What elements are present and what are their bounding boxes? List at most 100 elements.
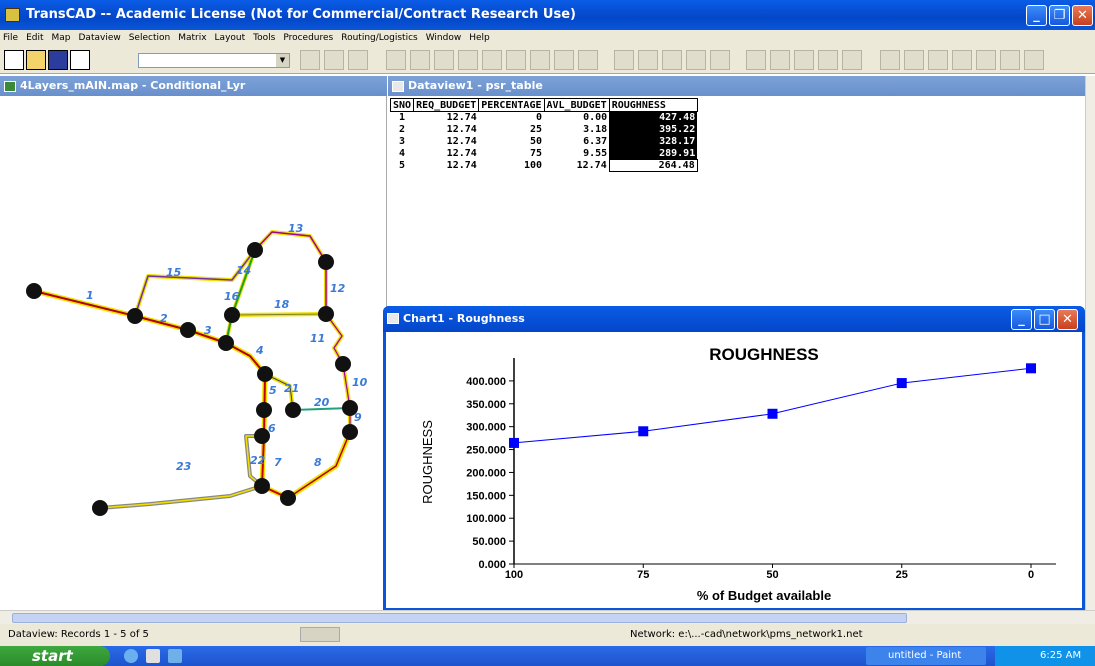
menu-map[interactable]: Map [52,33,71,43]
taskbar-paint[interactable]: untitled - Paint [866,647,986,665]
open-folder-icon[interactable] [26,50,46,70]
table-row[interactable]: 5 12.74 100 12.74 264.48 [391,159,698,172]
table-cell[interactable]: 289.91 [609,147,698,160]
map-window-titlebar[interactable]: 4Layers_mAIN.map - Conditional_Lyr [0,76,387,96]
column-header[interactable]: REQ_BUDGET [413,98,480,112]
table-cell[interactable]: 2 [391,124,414,136]
maximize-button[interactable]: □ [1034,309,1055,330]
scroll-thumb[interactable] [12,613,907,623]
table-cell[interactable]: 328.17 [609,135,698,148]
tool-icon[interactable] [818,50,838,70]
table-cell[interactable]: 12.74 [414,148,479,160]
menu-window[interactable]: Window [426,33,462,43]
tool-icon[interactable] [976,50,996,70]
desktop-icon[interactable] [146,649,160,663]
vertical-scrollbar[interactable] [1085,76,1095,610]
restore-button[interactable]: ❐ [1049,5,1070,26]
tool-icon[interactable] [434,50,454,70]
table-cell[interactable]: 5 [391,160,414,172]
close-button[interactable]: ✕ [1057,309,1078,330]
table-cell[interactable]: 0 [479,112,544,124]
network-node[interactable] [92,500,108,516]
network-node[interactable] [26,283,42,299]
tool-icon[interactable] [952,50,972,70]
network-node[interactable] [127,308,143,324]
network-node[interactable] [318,306,334,322]
tool-icon[interactable] [554,50,574,70]
tool-icon[interactable] [1000,50,1020,70]
print-icon[interactable] [70,50,90,70]
tool-icon[interactable] [1024,50,1044,70]
menu-selection[interactable]: Selection [129,33,170,43]
table-cell[interactable]: 12.74 [414,112,479,124]
table-cell[interactable]: 75 [479,148,544,160]
road-link-1[interactable] [31,288,268,377]
menu-tools[interactable]: Tools [253,33,275,43]
table-cell[interactable]: 12.74 [414,160,479,172]
road-link-23[interactable] [98,484,264,510]
table-cell[interactable]: 395.22 [609,123,698,136]
menu-edit[interactable]: Edit [26,33,43,43]
network-node[interactable] [280,490,296,506]
data-point[interactable] [896,378,907,389]
table-cell[interactable]: 25 [479,124,544,136]
tool-icon[interactable] [794,50,814,70]
table-cell[interactable]: 100 [479,160,544,172]
tool-icon[interactable] [578,50,598,70]
network-node[interactable] [342,424,358,440]
column-header[interactable]: SNO [389,98,415,112]
table-cell[interactable]: 12.74 [414,136,479,148]
table-cell[interactable]: 3.18 [544,124,609,136]
tool-icon[interactable] [638,50,658,70]
menu-procedures[interactable]: Procedures [283,33,333,43]
tool-icon[interactable] [410,50,430,70]
tool-icon[interactable] [662,50,682,70]
table-cell[interactable]: 4 [391,148,414,160]
table-cell[interactable]: 427.48 [609,111,698,124]
tool-icon[interactable] [746,50,766,70]
data-point[interactable] [1026,363,1036,374]
transcad-app-icon[interactable] [5,8,20,22]
tool-icon[interactable] [386,50,406,70]
tool-icon[interactable] [530,50,550,70]
data-point[interactable] [638,426,649,437]
table-cell[interactable]: 9.55 [544,148,609,160]
layer-combo[interactable]: ▼ [138,53,290,68]
table-row[interactable]: 4 12.74 75 9.55 289.91 [391,147,698,160]
save-disk-icon[interactable] [48,50,68,70]
column-header[interactable]: ROUGHNESS [608,98,698,112]
tool-icon[interactable] [614,50,634,70]
tool-icon[interactable] [482,50,502,70]
data-point[interactable] [509,437,519,448]
roughness-chart[interactable]: ROUGHNESS % of Budget available ROUGHNES… [386,332,1082,608]
network-node[interactable] [180,322,196,338]
table-row[interactable]: 3 12.74 50 6.37 328.17 [391,135,698,148]
dataview-window-titlebar[interactable]: Dataview1 - psr_table [388,76,1085,96]
menu-file[interactable]: File [3,33,18,43]
table-cell[interactable]: 12.74 [544,160,609,172]
menu-layout[interactable]: Layout [215,33,246,43]
table-cell[interactable]: 1 [391,112,414,124]
network-node[interactable] [256,402,272,418]
dataview-tool-icon[interactable] [300,50,320,70]
tool-icon[interactable] [880,50,900,70]
map-canvas[interactable]: 1 2 3 4 5 6 7 8 9 10 11 12 13 14 15 16 1… [0,96,387,610]
tool-icon[interactable] [506,50,526,70]
tool-icon[interactable] [686,50,706,70]
network-node[interactable] [218,335,234,351]
chevron-down-icon[interactable]: ▼ [276,54,289,67]
network-node[interactable] [318,254,334,270]
table-cell[interactable]: 6.37 [544,136,609,148]
start-button[interactable]: start [0,646,110,666]
tool-icon[interactable] [904,50,924,70]
menu-help[interactable]: Help [469,33,490,43]
dataview-table[interactable]: SNO REQ_BUDGET PERCENTAGE AVL_BUDGET ROU… [389,98,698,172]
menu-routing-logistics[interactable]: Routing/Logistics [341,33,417,43]
minimize-button[interactable]: _ [1026,5,1047,26]
network-node[interactable] [285,402,301,418]
chart-window-titlebar[interactable]: Chart1 - Roughness _ □ ✕ [383,306,1085,332]
table-cell[interactable]: 0.00 [544,112,609,124]
table-row[interactable]: 2 12.74 25 3.18 395.22 [391,123,698,136]
table-cell[interactable]: 264.48 [608,159,698,172]
column-header[interactable]: AVL_BUDGET [543,98,610,112]
